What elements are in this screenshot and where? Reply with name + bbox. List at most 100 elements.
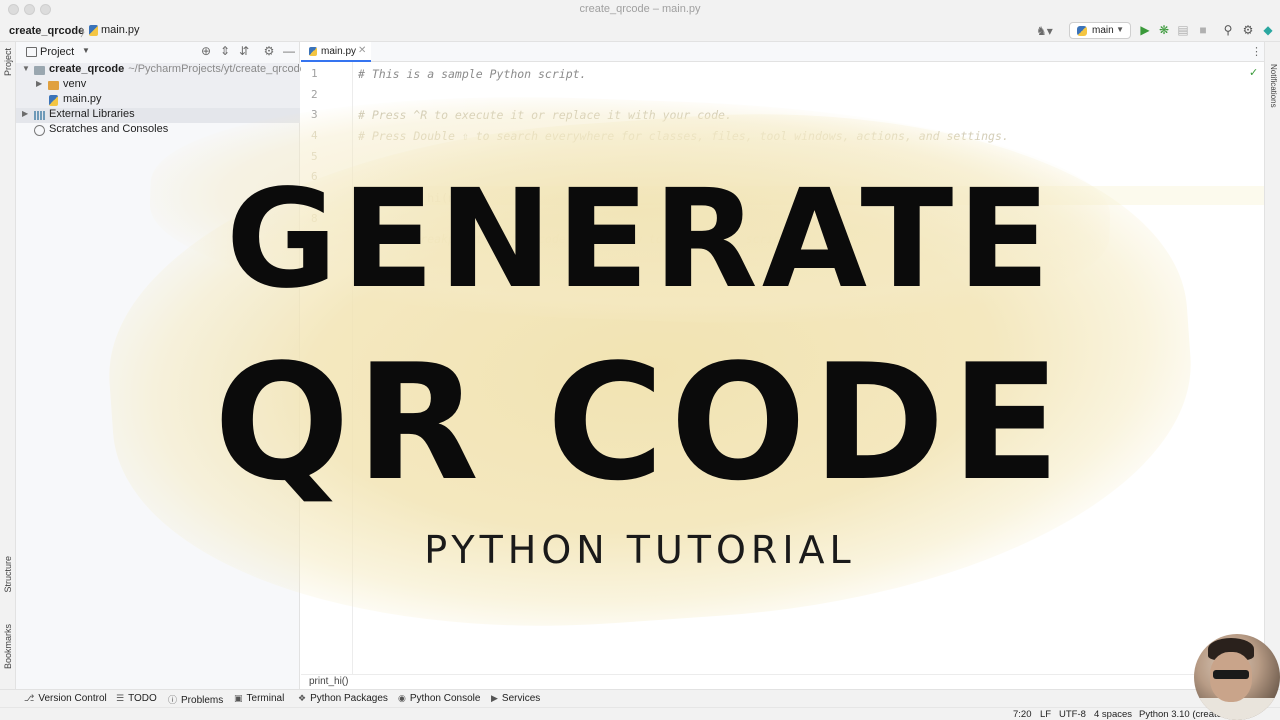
- scratches-icon: [34, 125, 45, 136]
- project-tool-tab[interactable]: Project: [3, 48, 13, 76]
- terminal-icon: ▣: [234, 693, 243, 703]
- gear-icon[interactable]: ⚙: [1241, 23, 1255, 37]
- folder-icon: [34, 66, 45, 75]
- breadcrumb-project[interactable]: create_qrcode: [9, 25, 84, 37]
- tree-item-external-libraries[interactable]: ▶ External Libraries: [16, 108, 300, 123]
- status-bar: 7:20 LF UTF-8 4 spaces Python 3.10 (crea…: [0, 707, 1280, 720]
- library-icon: [34, 111, 45, 120]
- project-path: ~/PycharmProjects/yt/create_qrcode: [128, 63, 306, 75]
- window-titlebar: create_qrcode – main.py: [0, 0, 1280, 20]
- chevron-right-icon[interactable]: ▶: [22, 109, 28, 118]
- caret-position[interactable]: 7:20: [1013, 709, 1032, 720]
- tree-item-venv[interactable]: ▶ venv: [16, 78, 300, 93]
- coverage-icon[interactable]: ▤: [1176, 23, 1190, 37]
- tool-window-bar: ⎇ Version Control ☰ TODO ⓘ Problems ▣ Termin…: [0, 689, 1280, 707]
- tree-item-label: main.py: [63, 93, 102, 105]
- run-configuration-button[interactable]: main ▼: [1069, 22, 1131, 39]
- list-icon: ☰: [116, 693, 125, 703]
- chevron-down-icon: ▼: [1116, 25, 1124, 34]
- package-icon: ❖: [298, 693, 307, 703]
- tree-item-main-py[interactable]: main.py: [16, 93, 300, 108]
- line-number: 4: [311, 129, 318, 142]
- project-panel: Project ▼ ⊕ ⇕ ⇵ ⚙ — ▼ create_qrcode ~/Pyc…: [16, 42, 306, 689]
- code-line: # Press ^R to execute it or replace it w…: [358, 108, 732, 122]
- close-icon[interactable]: ✕: [358, 45, 366, 56]
- toolwindow-services[interactable]: ▶ Services: [491, 693, 540, 704]
- bookmarks-tool-tab[interactable]: Bookmarks: [3, 624, 13, 669]
- current-line-highlight: [353, 186, 1264, 205]
- toolwindow-python-console[interactable]: ◉ Python Console: [398, 693, 480, 704]
- chevron-down-icon[interactable]: ▼: [82, 46, 90, 55]
- breadcrumb-file-label: main.py: [101, 24, 140, 36]
- inspection-ok-icon[interactable]: ✓: [1249, 66, 1258, 79]
- project-panel-header: Project ▼ ⊕ ⇕ ⇵ ⚙ —: [16, 42, 300, 62]
- line-number: 5: [311, 150, 318, 163]
- services-icon: ▶: [491, 693, 498, 703]
- toolwindow-python-packages[interactable]: ❖ Python Packages: [298, 693, 388, 704]
- right-tool-stripe: Notifications: [1264, 42, 1280, 689]
- toolwindow-terminal[interactable]: ▣ Terminal: [234, 693, 284, 704]
- python-file-icon: [89, 24, 98, 36]
- tree-item-project-root[interactable]: ▼ create_qrcode ~/PycharmProjects/yt/crea…: [16, 63, 306, 78]
- branch-icon: ⎇: [24, 693, 35, 703]
- user-icon[interactable]: ♞▾: [1036, 24, 1053, 38]
- tree-item-label: create_qrcode ~/PycharmProjects/yt/create…: [49, 63, 306, 75]
- breadcrumb-file[interactable]: main.py: [89, 24, 140, 36]
- editor-gutter: 1 2 3 4 5 6 7 8: [301, 62, 353, 674]
- stop-icon[interactable]: ■: [1196, 23, 1210, 37]
- python-file-icon: [49, 95, 58, 106]
- code-line: # Press Double ⇧ to search everywhere fo…: [358, 129, 1009, 143]
- line-number: 1: [311, 67, 318, 80]
- avatar-sunglasses: [1213, 670, 1249, 679]
- code-editor[interactable]: # This is a sample Python script. # Pres…: [353, 62, 1264, 674]
- code-line: def print_hi(name):: [358, 191, 490, 205]
- run-configuration-label: main: [1092, 25, 1114, 36]
- python-file-icon: [309, 46, 317, 56]
- line-number: 6: [311, 170, 318, 183]
- python-logo-icon: [1077, 26, 1087, 36]
- tree-item-label: venv: [63, 78, 87, 90]
- breadcrumb-function[interactable]: print_hi(): [309, 676, 348, 687]
- chevron-right-icon[interactable]: ▶: [36, 79, 42, 88]
- locate-file-icon[interactable]: ⊕: [199, 44, 213, 58]
- debug-icon[interactable]: ❋: [1157, 23, 1171, 37]
- tab-label: main.py: [321, 46, 357, 57]
- line-number: 8: [311, 212, 318, 225]
- line-number: 3: [311, 108, 318, 121]
- code-line: # Use a breakpoint in the code line belo…: [358, 232, 795, 246]
- navigation-bar: create_qrcode 〉 main.py ♞▾ main ▼ ▶ ❋ ▤ …: [0, 20, 1280, 42]
- gear-icon[interactable]: ⚙: [262, 44, 276, 58]
- code-line: # This is a sample Python script.: [358, 67, 587, 81]
- window-title: create_qrcode – main.py: [579, 3, 701, 15]
- warning-icon: ⓘ: [168, 695, 178, 705]
- notifications-tool-tab[interactable]: Notifications: [1269, 64, 1278, 108]
- search-icon[interactable]: ⚲: [1221, 23, 1235, 37]
- editor-tab-bar: main.py ✕ ⋮: [301, 42, 1264, 62]
- expand-all-icon[interactable]: ⇕: [218, 44, 232, 58]
- collapse-all-icon[interactable]: ⇵: [237, 44, 251, 58]
- toolwindow-todo[interactable]: ☰ TODO: [116, 693, 157, 704]
- tree-item-scratches[interactable]: Scratches and Consoles: [16, 123, 300, 138]
- hide-panel-icon[interactable]: —: [282, 44, 296, 58]
- indent-setting[interactable]: 4 spaces: [1094, 709, 1132, 720]
- run-icon[interactable]: ▶: [1138, 23, 1152, 37]
- code-with-me-icon[interactable]: ◆: [1261, 23, 1275, 37]
- structure-tool-tab[interactable]: Structure: [3, 556, 13, 593]
- line-separator[interactable]: LF: [1040, 709, 1051, 720]
- toolwindow-problems[interactable]: ⓘ Problems: [168, 693, 223, 706]
- more-options-icon[interactable]: ⋮: [1251, 45, 1262, 58]
- line-number: 7: [311, 191, 318, 204]
- tree-item-label: Scratches and Consoles: [49, 123, 169, 135]
- toolwindow-version-control[interactable]: ⎇ Version Control: [24, 693, 107, 704]
- project-view-icon: [26, 47, 37, 57]
- editor-breadcrumb: print_hi(): [301, 674, 1264, 689]
- webcam-avatar: [1194, 634, 1280, 720]
- tab-main-py[interactable]: main.py ✕: [301, 42, 371, 62]
- line-number: 2: [311, 88, 318, 101]
- console-icon: ◉: [398, 693, 406, 703]
- project-panel-title[interactable]: Project: [40, 46, 74, 58]
- folder-icon: [48, 81, 59, 90]
- file-encoding[interactable]: UTF-8: [1059, 709, 1086, 720]
- chevron-down-icon[interactable]: ▼: [22, 64, 30, 73]
- tree-item-label: External Libraries: [49, 108, 135, 120]
